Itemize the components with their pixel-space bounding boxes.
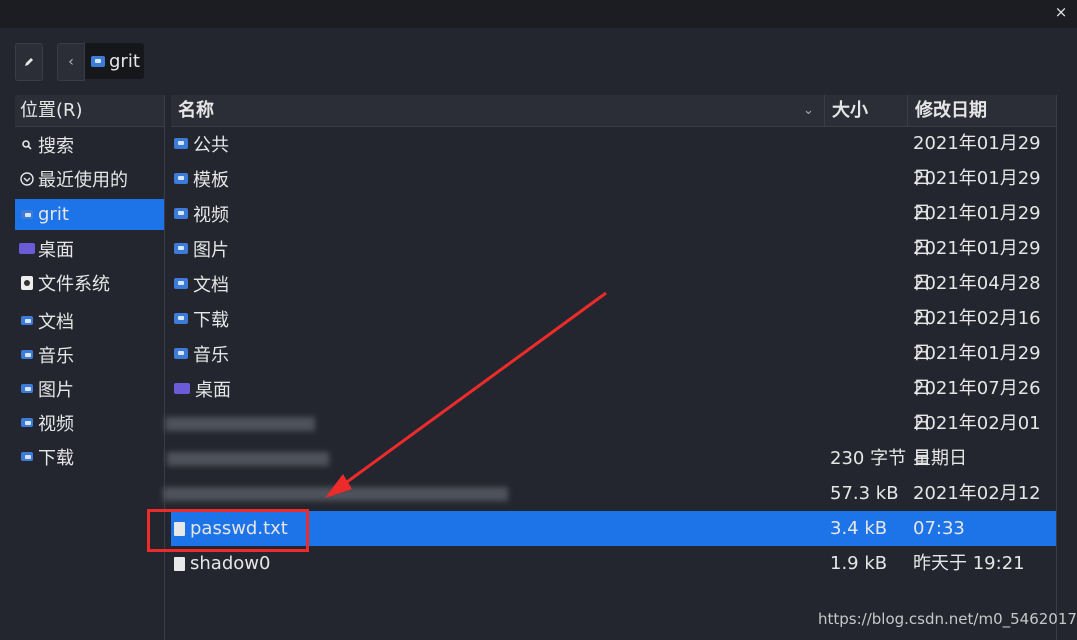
annotation-arrow (325, 291, 607, 498)
watermark: https://blog.csdn.net/m0_54620177 (818, 610, 1077, 628)
